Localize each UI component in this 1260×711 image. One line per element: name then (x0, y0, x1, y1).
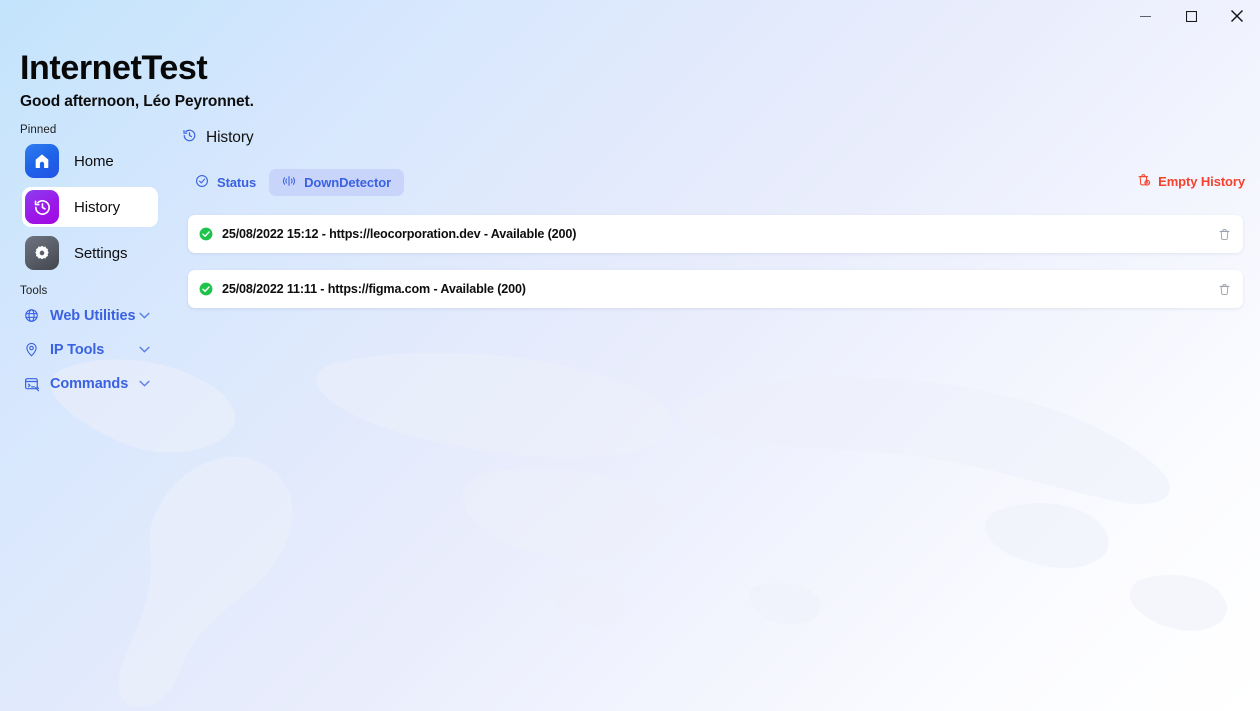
history-icon (25, 190, 59, 224)
sidebar-section-tools-label: Tools (20, 285, 48, 297)
page-heading-label: History (206, 129, 254, 146)
terminal-icon (22, 376, 41, 392)
sidebar-item-home[interactable]: Home (22, 141, 158, 181)
tab-downdetector[interactable]: DownDetector (269, 168, 405, 196)
history-item-text: 25/08/2022 11:11 - https://figma.com - A… (222, 282, 526, 296)
sidebar: Pinned Home History Settings Tools Web U… (0, 124, 175, 404)
sidebar-item-settings-label: Settings (74, 244, 128, 262)
empty-history-button[interactable]: Empty History (1132, 168, 1250, 195)
sidebar-item-ip-tools[interactable]: IP Tools (22, 336, 162, 363)
sidebar-section-pinned-label: Pinned (20, 124, 57, 136)
page-title: InternetTest (20, 49, 208, 87)
history-list: 25/08/2022 15:12 - https://leocorporatio… (175, 215, 1260, 308)
sidebar-item-commands-label: Commands (50, 375, 129, 392)
table-row[interactable]: 25/08/2022 15:12 - https://leocorporatio… (188, 215, 1243, 253)
chevron-down-icon[interactable] (139, 312, 150, 319)
signal-icon (282, 174, 296, 191)
sidebar-item-commands[interactable]: Commands (22, 370, 162, 397)
minimize-button[interactable] (1122, 0, 1168, 32)
sidebar-item-home-label: Home (74, 152, 114, 170)
tab-status[interactable]: Status (182, 169, 269, 196)
trash-clock-icon (1137, 173, 1151, 190)
history-item-text: 25/08/2022 15:12 - https://leocorporatio… (222, 227, 577, 241)
globe-icon (22, 308, 41, 323)
trash-icon[interactable] (1215, 280, 1233, 298)
tab-bar: Status DownDetector Empty History (175, 168, 1260, 196)
chevron-down-icon[interactable] (139, 380, 150, 387)
trash-icon[interactable] (1215, 225, 1233, 243)
tab-status-label: Status (217, 174, 257, 190)
page-heading: History (175, 124, 1260, 152)
sidebar-item-history-label: History (74, 198, 120, 216)
check-circle-icon (195, 174, 209, 191)
tab-downdetector-label: DownDetector (304, 174, 392, 190)
maximize-button[interactable] (1168, 0, 1214, 32)
sidebar-item-ip-tools-label: IP Tools (50, 341, 105, 358)
sidebar-item-web-utilities-label: Web Utilities (50, 307, 136, 324)
table-row[interactable]: 25/08/2022 11:11 - https://figma.com - A… (188, 270, 1243, 308)
check-circle-filled-icon (199, 227, 213, 241)
gear-icon (25, 236, 59, 270)
empty-history-label: Empty History (1158, 174, 1245, 189)
sidebar-item-settings[interactable]: Settings (22, 233, 158, 273)
sidebar-item-history[interactable]: History (22, 187, 158, 227)
check-circle-filled-icon (199, 282, 213, 296)
main-content: History Status DownDetector Empty Histor… (175, 124, 1260, 325)
chevron-down-icon[interactable] (139, 346, 150, 353)
sidebar-item-web-utilities[interactable]: Web Utilities (22, 302, 162, 329)
world-map-watermark (50, 352, 1227, 707)
location-pin-icon (22, 342, 41, 357)
home-icon (25, 144, 59, 178)
history-icon (182, 128, 197, 148)
close-button[interactable] (1214, 0, 1260, 32)
greeting-text: Good afternoon, Léo Peyronnet. (20, 93, 254, 110)
window-titlebar (0, 0, 1260, 32)
